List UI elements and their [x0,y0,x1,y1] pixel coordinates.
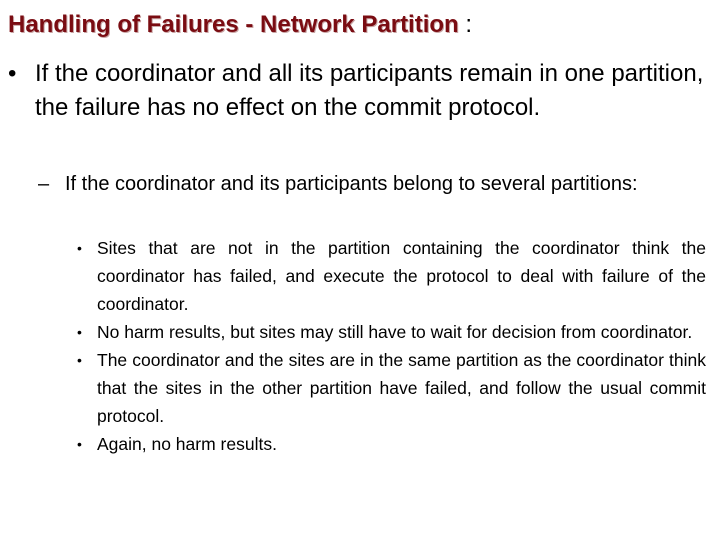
bullet-level2: – If the coordinator and its participant… [38,169,704,199]
bullet-level3-item: • Again, no harm results. [77,430,706,458]
bullet-dot-icon: • [77,352,82,368]
bullet-dot-icon: • [77,240,82,256]
bullet-level3-text: Again, no harm results. [97,434,277,454]
bullet-dash-icon: – [38,173,50,195]
bullet-level2-text: If the coordinator and its participants … [65,173,638,195]
slide-title-text: Handling of Failures - Network Partition [8,11,459,38]
bullet-level3-text: No harm results, but sites may still hav… [97,322,693,342]
slide-title: Handling of Failures - Network Partition… [8,11,472,39]
bullet-level3-item: • No harm results, but sites may still h… [77,318,706,346]
bullet-dot-icon: • [8,60,17,87]
bullet-dot-icon: • [77,324,82,340]
bullet-level3-item: • The coordinator and the sites are in t… [77,346,706,430]
bullet-level3-text: Sites that are not in the partition cont… [97,238,706,314]
slide-title-colon: : [458,11,473,38]
bullet-level3-item: • Sites that are not in the partition co… [77,234,706,318]
bullet-level3-list: • Sites that are not in the partition co… [77,234,706,458]
bullet-level1: • If the coordinator and all its partici… [8,57,704,125]
bullet-level1-text: If the coordinator and all its participa… [35,60,704,121]
bullet-level3-text: The coordinator and the sites are in the… [97,350,706,426]
bullet-dot-icon: • [77,436,82,452]
